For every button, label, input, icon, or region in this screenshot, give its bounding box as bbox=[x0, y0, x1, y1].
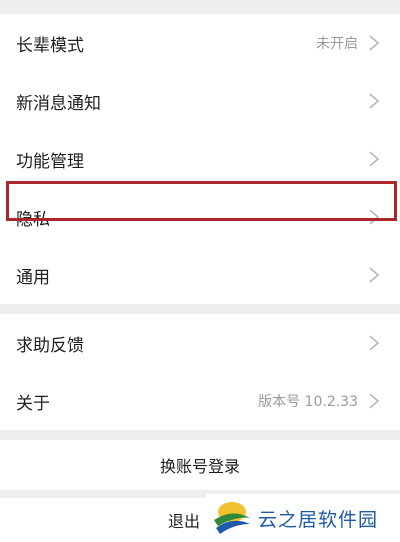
settings-group-support: 求助反馈 关于 版本号 10.2.33 bbox=[0, 314, 400, 430]
version-value: 版本号 10.2.33 bbox=[258, 394, 358, 410]
setting-value: 未开启 bbox=[316, 36, 358, 52]
switch-account-group: 换账号登录 bbox=[0, 440, 400, 490]
setting-label: 新消息通知 bbox=[16, 93, 101, 114]
setting-about[interactable]: 关于 版本号 10.2.33 bbox=[0, 372, 400, 430]
setting-new-message-notification[interactable]: 新消息通知 bbox=[0, 72, 400, 130]
chevron-right-icon bbox=[368, 34, 380, 52]
setting-label: 通用 bbox=[16, 267, 50, 288]
setting-help-feedback[interactable]: 求助反馈 bbox=[0, 314, 400, 372]
settings-group-main: 长辈模式 未开启 新消息通知 功能管理 隐私 通用 bbox=[0, 14, 400, 304]
chevron-right-icon bbox=[368, 334, 380, 352]
watermark: 云之居软件园 bbox=[206, 494, 400, 542]
setting-label: 隐私 bbox=[16, 209, 50, 230]
watermark-text: 云之居软件园 bbox=[258, 508, 379, 531]
settings-page: 长辈模式 未开启 新消息通知 功能管理 隐私 通用 求助反馈 关于 版本号 10… bbox=[0, 0, 400, 542]
chevron-right-icon bbox=[368, 266, 380, 284]
logout-label: 退出 bbox=[168, 512, 201, 531]
setting-elder-mode[interactable]: 长辈模式 未开启 bbox=[0, 14, 400, 72]
setting-privacy[interactable]: 隐私 bbox=[0, 188, 400, 246]
chevron-right-icon bbox=[368, 392, 380, 410]
chevron-right-icon bbox=[368, 92, 380, 110]
setting-label: 关于 bbox=[16, 393, 50, 414]
chevron-right-icon bbox=[368, 208, 380, 226]
setting-label: 长辈模式 bbox=[16, 35, 84, 56]
chevron-right-icon bbox=[368, 150, 380, 168]
setting-general[interactable]: 通用 bbox=[0, 246, 400, 304]
watermark-logo-icon bbox=[214, 502, 250, 534]
setting-label: 求助反馈 bbox=[16, 335, 84, 356]
setting-label: 功能管理 bbox=[16, 151, 84, 172]
setting-feature-management[interactable]: 功能管理 bbox=[0, 130, 400, 188]
switch-account-button[interactable]: 换账号登录 bbox=[0, 440, 400, 490]
